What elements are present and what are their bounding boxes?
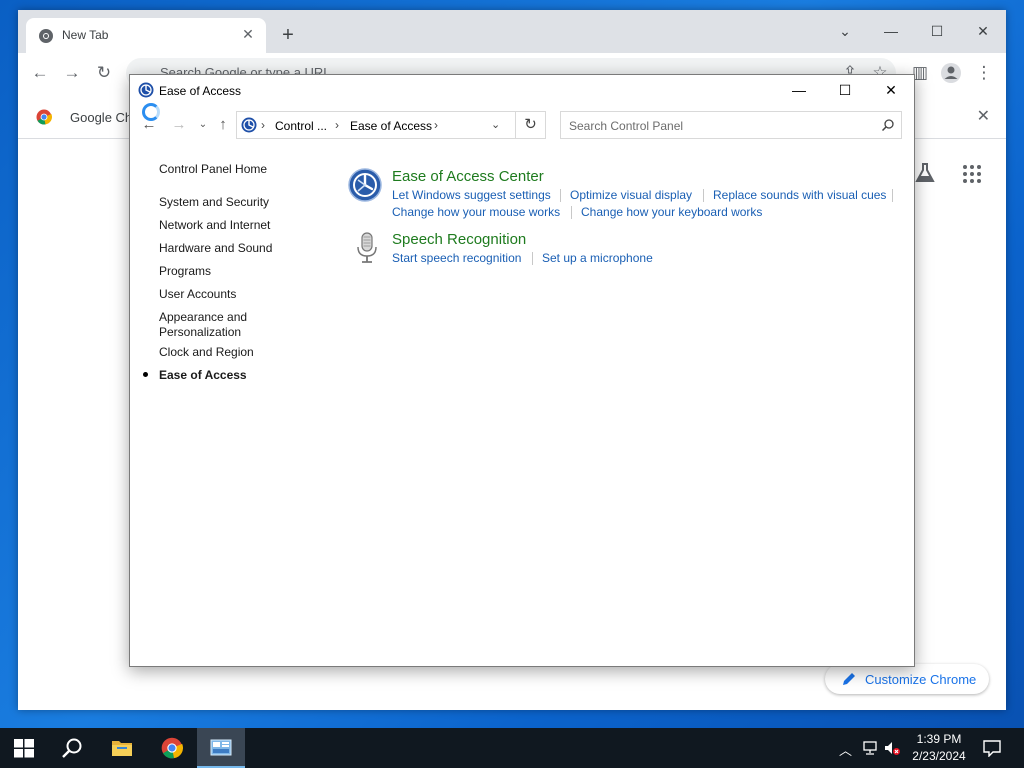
ease-of-access-title-icon: [138, 82, 154, 98]
cp-up-icon[interactable]: ↑: [214, 116, 232, 134]
breadcrumb-control-panel[interactable]: Control ...: [275, 119, 327, 133]
sidebar-item-appearance[interactable]: Appearance and Personalization: [159, 310, 269, 340]
folder-icon: [112, 741, 132, 756]
start-button[interactable]: [0, 728, 48, 768]
clock-date[interactable]: 2/23/2024: [900, 749, 978, 763]
breadcrumb-separator-icon[interactable]: ›: [335, 118, 339, 132]
link-change-mouse[interactable]: Change how your mouse works: [392, 205, 560, 219]
link-start-speech-recognition[interactable]: Start speech recognition: [392, 251, 521, 265]
chrome-tab-new-tab[interactable]: New Tab ✕: [26, 18, 266, 53]
link-separator: [892, 189, 893, 202]
cp-back-icon[interactable]: ←: [140, 116, 158, 134]
chrome-close-button[interactable]: ✕: [960, 16, 1006, 46]
link-change-keyboard[interactable]: Change how your keyboard works: [581, 205, 762, 219]
new-tab-button[interactable]: +: [276, 24, 300, 48]
control-panel-window: Ease of Access — ☐ ✕ ← → ⌄ ↑ › Control .…: [129, 74, 915, 667]
taskbar: ︿ 1:39 PM 2/23/2024: [0, 728, 1024, 768]
windows-logo-icon: [14, 739, 34, 758]
sidebar-item-hardware-sound[interactable]: Hardware and Sound: [159, 241, 272, 256]
address-dropdown-icon[interactable]: ⌄: [491, 118, 500, 131]
profile-avatar-icon[interactable]: [940, 62, 962, 84]
category-title-speech-recognition[interactable]: Speech Recognition: [392, 231, 526, 248]
tab-search-icon[interactable]: ⌄: [822, 16, 868, 46]
taskbar-file-explorer[interactable]: [98, 728, 146, 768]
sidebar-item-system-security[interactable]: System and Security: [159, 195, 269, 210]
chrome-maximize-button[interactable]: ☐: [914, 16, 960, 46]
customize-chrome-label: Customize Chrome: [865, 672, 977, 687]
microphone-icon[interactable]: [350, 231, 384, 265]
tab-title: New Tab: [62, 28, 109, 42]
chrome-favicon-icon: [39, 29, 53, 43]
taskbar-search-button[interactable]: [48, 728, 96, 768]
chrome-menu-icon[interactable]: ⋮: [972, 61, 996, 85]
cp-window-title: Ease of Access: [159, 84, 242, 98]
clock-time[interactable]: 1:39 PM: [900, 732, 978, 746]
back-icon[interactable]: ←: [28, 61, 52, 85]
cp-titlebar[interactable]: Ease of Access — ☐ ✕: [130, 75, 914, 105]
control-panel-icon: [210, 739, 232, 756]
network-icon[interactable]: [862, 740, 878, 756]
banner-close-icon[interactable]: ✕: [977, 106, 990, 126]
search-icon: [62, 738, 82, 758]
cp-refresh-button[interactable]: ↻: [516, 111, 546, 139]
volume-muted-icon[interactable]: [884, 740, 900, 756]
address-ease-of-access-icon: [241, 117, 257, 133]
link-separator: [560, 189, 561, 202]
tab-close-icon[interactable]: ✕: [240, 26, 256, 42]
sidebar-item-ease-of-access: Ease of Access: [159, 368, 247, 382]
chrome-tabstrip: New Tab ✕ + ⌄ — ☐ ✕: [18, 10, 1006, 53]
chrome-logo-icon: [36, 109, 52, 125]
tray-chevron-up-icon[interactable]: ︿: [839, 740, 855, 758]
cp-close-button[interactable]: ✕: [868, 75, 914, 105]
cp-navigation-bar: ← → ⌄ ↑ › Control ... › Ease of Access ›…: [130, 107, 914, 143]
google-apps-icon[interactable]: [962, 164, 982, 184]
link-separator: [532, 252, 533, 265]
cp-minimize-button[interactable]: —: [776, 75, 822, 105]
ease-of-access-icon[interactable]: [348, 168, 382, 202]
reload-icon[interactable]: ↻: [92, 61, 116, 85]
cp-search-placeholder: Search Control Panel: [569, 119, 684, 133]
link-replace-sounds[interactable]: Replace sounds with visual cues: [713, 188, 886, 202]
link-optimize-visual-display[interactable]: Optimize visual display: [570, 188, 692, 202]
cp-maximize-button[interactable]: ☐: [822, 75, 868, 105]
active-item-bullet: [143, 372, 148, 377]
search-icon[interactable]: [881, 118, 895, 132]
sidebar-item-network-internet[interactable]: Network and Internet: [159, 218, 270, 233]
link-set-up-microphone[interactable]: Set up a microphone: [542, 251, 653, 265]
chrome-labs-icon[interactable]: [914, 162, 936, 184]
customize-chrome-button[interactable]: Customize Chrome: [825, 664, 989, 694]
sidebar-item-clock-region[interactable]: Clock and Region: [159, 345, 254, 360]
cp-address-bar[interactable]: › Control ... › Ease of Access › ⌄: [236, 111, 516, 139]
chrome-minimize-button[interactable]: —: [868, 16, 914, 46]
sidebar-item-user-accounts[interactable]: User Accounts: [159, 287, 236, 302]
link-separator: [703, 189, 704, 202]
breadcrumb-separator-icon: ›: [261, 118, 265, 132]
link-let-windows-suggest[interactable]: Let Windows suggest settings: [392, 188, 551, 202]
taskbar-chrome[interactable]: [148, 728, 196, 768]
breadcrumb-ease-of-access[interactable]: Ease of Access: [350, 119, 432, 133]
breadcrumb-separator-icon[interactable]: ›: [434, 118, 438, 132]
cp-forward-icon[interactable]: →: [170, 116, 188, 134]
cp-recent-locations-icon[interactable]: ⌄: [194, 116, 212, 134]
forward-icon[interactable]: →: [60, 61, 84, 85]
notification-icon[interactable]: [982, 739, 1002, 757]
pencil-icon: [843, 673, 855, 685]
sidebar-control-panel-home[interactable]: Control Panel Home: [159, 162, 267, 177]
category-title-ease-of-access-center[interactable]: Ease of Access Center: [392, 168, 544, 185]
sidebar-item-programs[interactable]: Programs: [159, 264, 211, 279]
cp-search-input[interactable]: Search Control Panel: [560, 111, 902, 139]
link-separator: [571, 206, 572, 219]
taskbar-control-panel[interactable]: [197, 728, 245, 768]
chrome-logo-icon: [161, 737, 183, 759]
